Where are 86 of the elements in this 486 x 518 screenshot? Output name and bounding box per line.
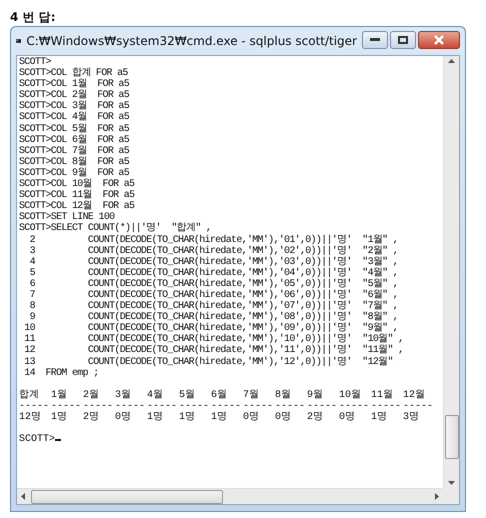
scroll-right-icon[interactable] (435, 493, 439, 500)
column-heading: 11월 (371, 390, 394, 401)
console-line: 5 COUNT(DECODE(TO_CHAR(hiredate,'MM'),'04',0))||'명' "4월" , (28, 268, 398, 279)
column-rule: ----- (243, 400, 274, 412)
column-heading: 3월 (115, 390, 132, 401)
result-value: 1명 (371, 412, 388, 423)
console-line: 12 COUNT(DECODE(TO_CHAR(hiredate,'MM'),'11',0))||'명' "11월" , (23, 345, 404, 356)
result-value: 0명 (275, 412, 292, 423)
console-line: 4 COUNT(DECODE(TO_CHAR(hiredate,'MM'),'03',0))||'명' "3월" , (28, 256, 398, 268)
scrollbar-thumb[interactable] (31, 490, 223, 504)
console-line: SCOTT>COL 7월 FOR a5 (19, 146, 130, 157)
console-line: SCOTT>COL 6월 FOR a5 (19, 134, 130, 146)
column-heading: 9월 (307, 390, 324, 401)
result-value: 2명 (83, 412, 100, 423)
column-rule: ----- (403, 400, 434, 412)
scroll-up-icon[interactable] (448, 59, 455, 63)
text-cursor (55, 439, 62, 441)
console-line: SCOTT>SET LINE 100 (19, 212, 114, 224)
console-line: 3 COUNT(DECODE(TO_CHAR(hiredate,'MM'),'02',0))||'명' "2월" , (28, 246, 398, 257)
result-value: 12명 (19, 412, 42, 423)
console-prompt: SCOTT> (19, 434, 56, 445)
column-rule: ----- (147, 400, 178, 412)
console-line: SCOTT>COL 11월 FOR a5 (19, 190, 134, 202)
minimize-icon (370, 38, 380, 42)
console-line: SCOTT>COL 4월 FOR a5 (19, 112, 130, 124)
column-heading: 합계 (19, 390, 40, 401)
console-line: 11 COUNT(DECODE(TO_CHAR(hiredate,'MM'),'10',0))||'명' "10월" , (23, 334, 404, 346)
vertical-scrollbar[interactable] (443, 56, 459, 488)
console-line: SCOTT> (19, 57, 51, 68)
result-value: 0명 (115, 412, 132, 423)
console-line: 2 COUNT(DECODE(TO_CHAR(hiredate,'MM'),'01',0))||'명' "1월" , (28, 234, 398, 246)
window-title: C:₩Windows₩system32₩cmd.exe - sqlplus scott/tiger (26, 34, 357, 48)
console-line: SCOTT>COL 2월 FOR a5 (19, 90, 130, 102)
result-value: 2명 (307, 412, 324, 423)
maximize-icon (398, 36, 408, 44)
column-heading: 5월 (179, 390, 196, 401)
column-rule: ----- (51, 400, 82, 412)
scroll-left-icon[interactable] (21, 493, 25, 500)
column-heading: 8월 (275, 390, 292, 401)
console-line: SCOTT>COL 10월 FOR a5 (19, 179, 134, 190)
column-heading: 2월 (83, 390, 100, 401)
console-line: 14 FROM emp ; (23, 368, 99, 379)
maximize-button[interactable] (390, 31, 416, 49)
console-line: SCOTT>COL 12월 FOR a5 (19, 201, 134, 212)
console-line: SCOTT>COL 3월 FOR a5 (19, 101, 130, 112)
close-button[interactable] (418, 31, 460, 49)
column-rule: ----- (307, 400, 338, 412)
console-line: SCOTT>COL 합계 FOR a5 (19, 68, 128, 80)
result-value: 1명 (51, 412, 68, 423)
column-heading: 7월 (243, 390, 260, 401)
console-line: SCOTT>COL 8월 FOR a5 (19, 156, 130, 168)
console-line: 9 COUNT(DECODE(TO_CHAR(hiredate,'MM'),'08',0))||'명' "8월" , (30, 312, 398, 324)
console-line: 6 COUNT(DECODE(TO_CHAR(hiredate,'MM'),'05',0))||'명' "5월" , (28, 278, 398, 290)
console-line: SCOTT>COL 1월 FOR a5 (19, 79, 130, 90)
column-rule: ----- (339, 400, 370, 412)
column-heading: 4월 (147, 390, 164, 401)
result-value: 3명 (403, 412, 420, 423)
result-value: 1명 (147, 412, 164, 423)
section-heading: 4 번 답: (10, 10, 56, 24)
column-heading: 12월 (403, 390, 426, 401)
column-rule: ----- (371, 400, 402, 412)
horizontal-scrollbar[interactable] (17, 488, 443, 504)
column-rule: ----- (179, 400, 210, 412)
result-value: 1명 (179, 412, 196, 423)
column-rule: ----- (115, 400, 146, 412)
minimize-button[interactable] (362, 31, 388, 49)
console-line: SCOTT>COL 9월 FOR a5 (19, 168, 130, 179)
console-line: 7 COUNT(DECODE(TO_CHAR(hiredate,'MM'),'06',0))||'명' "6월" , (28, 290, 398, 301)
column-heading: 10월 (339, 390, 362, 401)
column-rule: ----- (83, 400, 114, 412)
column-rule: ----- (211, 400, 242, 412)
column-rule: ----- (19, 400, 50, 412)
result-value: 0명 (243, 412, 260, 423)
column-heading: 1월 (51, 390, 68, 401)
console-line: 10 COUNT(DECODE(TO_CHAR(hiredate,'MM'),'09',0))||'명' "9월" , (23, 323, 398, 334)
close-icon (433, 35, 445, 45)
result-value: 1명 (211, 412, 228, 423)
column-heading: 6월 (211, 390, 228, 401)
result-value: 0명 (339, 412, 356, 423)
console-line: SCOTT>SELECT COUNT(*)||'명' "합계" , (19, 223, 212, 234)
scroll-down-icon[interactable] (448, 481, 455, 485)
console-line: 13 COUNT(DECODE(TO_CHAR(hiredate,'MM'),'12',0))||'명' "12월" (23, 356, 393, 368)
column-rule: ----- (275, 400, 306, 412)
console-line: 8 COUNT(DECODE(TO_CHAR(hiredate,'MM'),'07',0))||'명' "7월" , (28, 301, 398, 312)
console-line: SCOTT>COL 5월 FOR a5 (19, 124, 130, 135)
scrollbar-thumb[interactable] (444, 415, 458, 459)
